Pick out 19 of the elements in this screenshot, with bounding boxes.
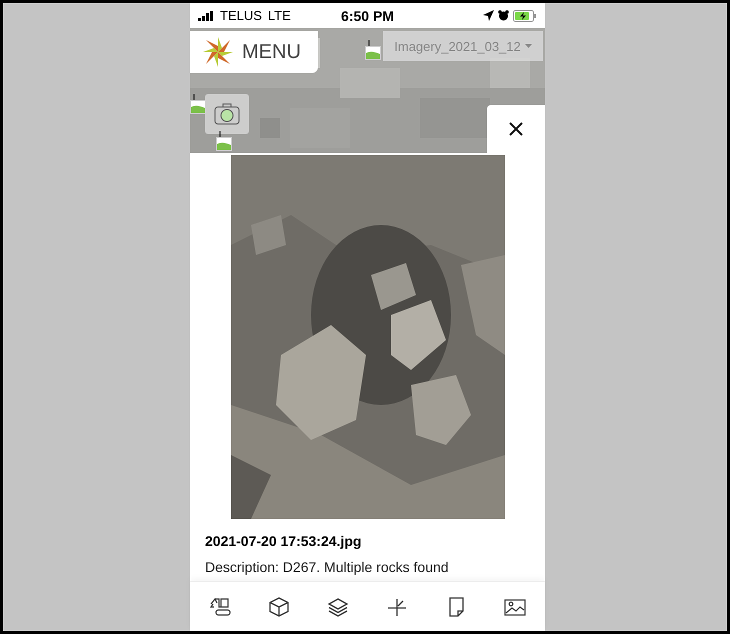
alarm-icon	[498, 10, 509, 21]
image-marker-icon[interactable]	[216, 131, 232, 151]
status-time: 6:50 PM	[340, 8, 395, 24]
location-arrow-icon	[483, 10, 494, 21]
camera-icon	[214, 103, 240, 125]
photo-title: 2021-07-20 17:53:24.jpg	[204, 532, 362, 549]
carrier-name: TELUS	[220, 8, 262, 23]
image-marker-icon[interactable]	[365, 40, 381, 60]
signal-icon	[198, 10, 214, 20]
close-button[interactable]	[487, 105, 545, 153]
battery-icon	[513, 10, 537, 22]
menu-button[interactable]: MENU	[190, 31, 318, 73]
caret-icon	[524, 44, 532, 48]
star-logo-icon	[202, 36, 234, 68]
photo-description: Description: D267. Multiple rocks found	[204, 558, 450, 575]
cube-icon[interactable]	[266, 594, 291, 618]
camera-marker[interactable]	[205, 94, 249, 134]
close-icon	[509, 122, 523, 136]
network-type: LTE	[268, 8, 291, 23]
